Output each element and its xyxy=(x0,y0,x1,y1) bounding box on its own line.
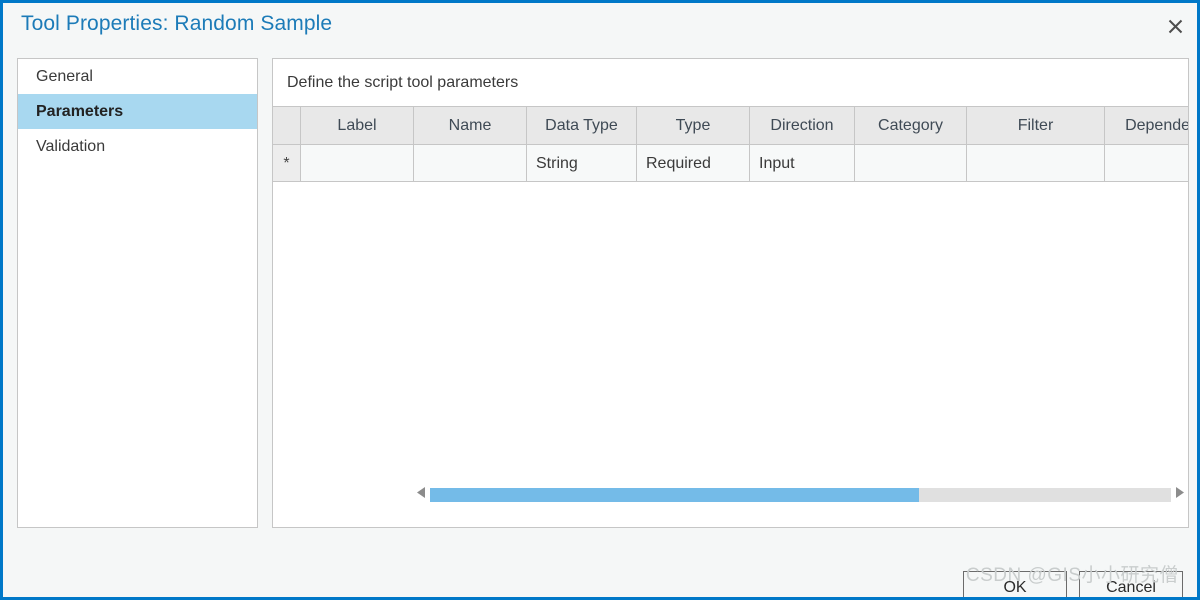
scroll-right-button[interactable] xyxy=(1171,484,1188,505)
cell-direction[interactable]: Input xyxy=(750,145,855,182)
cancel-button[interactable]: Cancel xyxy=(1079,571,1183,597)
scroll-thumb[interactable] xyxy=(430,487,920,502)
parameters-panel-header: Define the script tool parameters xyxy=(273,59,1188,107)
title-bar: Tool Properties: Random Sample xyxy=(6,6,1197,46)
ok-button[interactable]: OK xyxy=(963,571,1067,597)
grid-header-data-type[interactable]: Data Type xyxy=(527,107,637,144)
parameters-panel: Define the script tool parameters Label … xyxy=(272,58,1189,528)
sidebar-item-parameters[interactable]: Parameters xyxy=(18,94,257,129)
cell-type[interactable]: Required xyxy=(637,145,750,182)
grid-header-direction[interactable]: Direction xyxy=(750,107,855,144)
triangle-right-icon xyxy=(1174,486,1185,504)
grid-header-type[interactable]: Type xyxy=(637,107,750,144)
table-row[interactable]: * String Required Input xyxy=(273,145,1188,182)
sidebar-item-label: Parameters xyxy=(36,103,124,120)
cell-filter[interactable] xyxy=(967,145,1105,182)
sidebar-item-validation[interactable]: Validation xyxy=(18,129,257,164)
sidebar-item-general[interactable]: General xyxy=(18,59,257,94)
cell-data-type[interactable]: String xyxy=(527,145,637,182)
sidebar-item-label: General xyxy=(36,68,93,85)
grid-header-row: Label Name Data Type Type Direction Cate… xyxy=(273,107,1188,145)
page-title: Tool Properties: Random Sample xyxy=(21,12,333,35)
grid-header-name[interactable]: Name xyxy=(414,107,527,144)
cell-label[interactable] xyxy=(301,145,414,182)
grid-header-label[interactable]: Label xyxy=(301,107,414,144)
settings-nav-panel: General Parameters Validation xyxy=(17,58,258,528)
grid-header-category[interactable]: Category xyxy=(855,107,967,144)
cell-name[interactable] xyxy=(414,145,527,182)
close-icon xyxy=(1167,18,1184,35)
dialog-footer: OK Cancel xyxy=(963,571,1183,597)
grid-header-dependency[interactable]: Dependen xyxy=(1105,107,1188,144)
scroll-track[interactable] xyxy=(430,487,1171,502)
triangle-left-icon xyxy=(416,486,427,504)
row-marker: * xyxy=(273,145,301,182)
close-button[interactable] xyxy=(1158,10,1192,42)
cell-category[interactable] xyxy=(855,145,967,182)
tool-properties-dialog: Tool Properties: Random Sample General P… xyxy=(0,0,1200,600)
parameters-grid: Label Name Data Type Type Direction Cate… xyxy=(273,107,1188,505)
sidebar-item-label: Validation xyxy=(36,138,106,155)
cell-dependency[interactable] xyxy=(1105,145,1188,182)
grid-header-filter[interactable]: Filter xyxy=(967,107,1105,144)
scroll-left-button[interactable] xyxy=(413,484,430,505)
horizontal-scrollbar[interactable] xyxy=(413,484,1188,505)
grid-header-row-marker xyxy=(273,107,301,144)
